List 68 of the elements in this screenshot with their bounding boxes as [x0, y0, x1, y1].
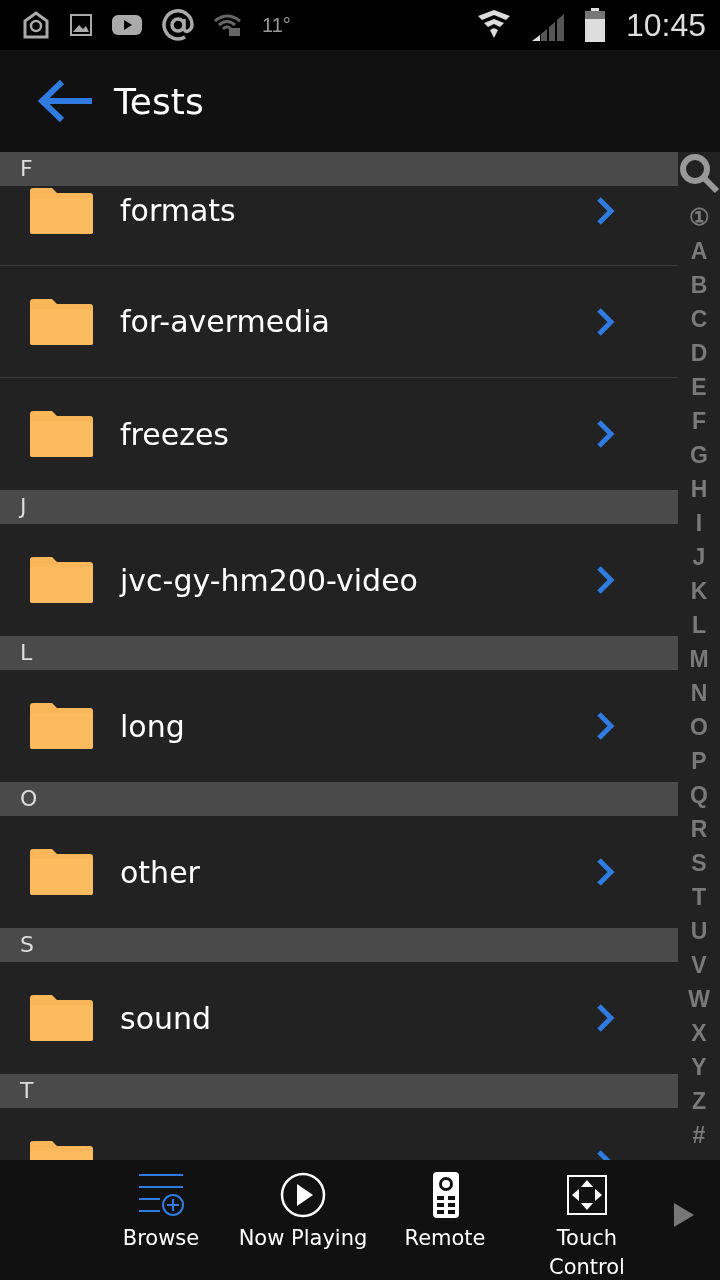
index-letter[interactable]: V: [691, 948, 707, 982]
section-header: O: [0, 782, 678, 816]
index-letter[interactable]: E: [691, 370, 707, 404]
chevron-icon: [596, 1003, 616, 1033]
index-letter[interactable]: J: [692, 540, 706, 574]
index-letter[interactable]: P: [691, 744, 707, 778]
index-letter[interactable]: R: [690, 812, 708, 846]
index-letter[interactable]: X: [691, 1016, 707, 1050]
index-letter[interactable]: K: [690, 574, 708, 608]
more-arrow-icon[interactable]: [672, 1202, 696, 1228]
wifi-lock-icon: [214, 13, 242, 37]
at-icon: [162, 9, 194, 41]
play-icon: [280, 1172, 326, 1218]
folder-icon: [28, 186, 94, 235]
index-letter[interactable]: S: [691, 846, 707, 880]
index-letter[interactable]: I: [695, 506, 703, 540]
folder-icon: [28, 297, 94, 346]
index-letter[interactable]: ①: [688, 200, 710, 234]
nav-tab[interactable]: Browse: [90, 1160, 232, 1254]
index-letter[interactable]: C: [690, 302, 708, 336]
index-letter[interactable]: #: [692, 1118, 706, 1152]
section-header: T: [0, 1074, 678, 1108]
chevron-icon: [596, 195, 616, 226]
index-letter[interactable]: Q: [690, 778, 708, 812]
nav-tab[interactable]: Remote: [374, 1160, 516, 1254]
section-header: S: [0, 928, 678, 962]
folder-icon: [28, 994, 94, 1042]
index-letter[interactable]: T: [691, 880, 707, 914]
folder-icon: [28, 410, 94, 458]
section-header: J: [0, 490, 678, 524]
chevron-icon: [596, 711, 616, 741]
index-letter[interactable]: W: [688, 982, 710, 1016]
move-icon: [564, 1172, 610, 1218]
folder-icon: [28, 556, 94, 604]
section-header: F: [0, 152, 678, 186]
folder-row[interactable]: formats: [0, 186, 678, 266]
back-arrow-icon[interactable]: [38, 79, 94, 123]
browse-icon: [138, 1172, 184, 1218]
image-icon: [70, 14, 92, 36]
chevron-icon: [596, 306, 616, 337]
index-letter[interactable]: A: [690, 234, 708, 268]
chevron-icon: [596, 857, 616, 887]
video-icon: [112, 14, 142, 36]
index-letter[interactable]: L: [691, 608, 707, 642]
nav-tab[interactable]: Touch Control: [516, 1160, 658, 1280]
chevron-icon: [596, 419, 616, 449]
index-letter[interactable]: O: [690, 710, 708, 744]
folder-icon: [28, 702, 94, 750]
temperature: 11°: [262, 13, 291, 37]
index-letter[interactable]: H: [690, 472, 708, 506]
battery-icon: [583, 8, 606, 42]
search-icon[interactable]: [678, 152, 720, 194]
clock: 10:45: [625, 6, 706, 44]
index-letter[interactable]: N: [690, 676, 708, 710]
chevron-icon: [596, 565, 616, 595]
index-letter[interactable]: B: [690, 268, 708, 302]
folder-icon: [28, 848, 94, 896]
app-icon: [22, 11, 50, 39]
page-title: Tests: [114, 80, 204, 122]
index-letter[interactable]: Z: [691, 1084, 707, 1118]
index-letter[interactable]: U: [690, 914, 708, 948]
index-letter[interactable]: M: [689, 642, 709, 676]
index-letter[interactable]: D: [690, 336, 708, 370]
index-letter[interactable]: G: [690, 438, 708, 472]
section-header: L: [0, 636, 678, 670]
nav-tab[interactable]: Now Playing: [232, 1160, 374, 1254]
index-letter[interactable]: F: [691, 404, 707, 438]
index-letter[interactable]: Y: [691, 1050, 707, 1084]
